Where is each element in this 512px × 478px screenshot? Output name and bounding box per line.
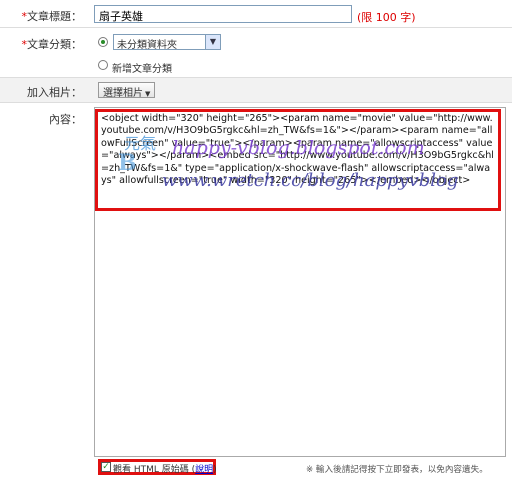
photo-label: 加入相片：	[27, 86, 82, 99]
title-row: *文章標題： 扇子英雄 (限 100 字)	[0, 4, 512, 26]
new-category-label[interactable]: 新增文章分類	[112, 60, 172, 75]
title-length-hint: (限 100 字)	[357, 11, 416, 24]
save-reminder-note: ※ 輸入後請記得按下立即發表，以免內容遺失。	[306, 465, 488, 475]
chevron-down-icon: ▼	[145, 90, 151, 98]
chevron-down-icon[interactable]: ▼	[205, 35, 220, 49]
title-input[interactable]: 扇子英雄	[94, 5, 352, 23]
view-html-label[interactable]: 觀看 HTML 原始碼 (說明)	[113, 462, 217, 475]
existing-category-radio[interactable]	[98, 37, 108, 47]
photo-row: 加入相片： 選擇相片 ▼	[0, 78, 512, 102]
help-link[interactable]: 說明	[195, 465, 213, 475]
category-select-value: 未分類資料夾	[117, 40, 177, 51]
divider	[0, 102, 512, 103]
choose-photo-button[interactable]: 選擇相片 ▼	[98, 82, 156, 99]
category-row: *文章分類： 未分類資料夾 ▼ 新增文章分類	[0, 28, 512, 76]
content-label: 內容：	[49, 113, 82, 126]
view-html-checkbox[interactable]: ✓	[101, 462, 111, 472]
new-category-radio[interactable]	[98, 60, 108, 70]
category-label: *文章分類：	[21, 38, 83, 51]
category-select[interactable]: 未分類資料夾 ▼	[113, 34, 221, 51]
title-label: *文章標題：	[21, 10, 83, 23]
embed-code-text[interactable]: <object width="320" height="265"><param …	[95, 109, 501, 211]
